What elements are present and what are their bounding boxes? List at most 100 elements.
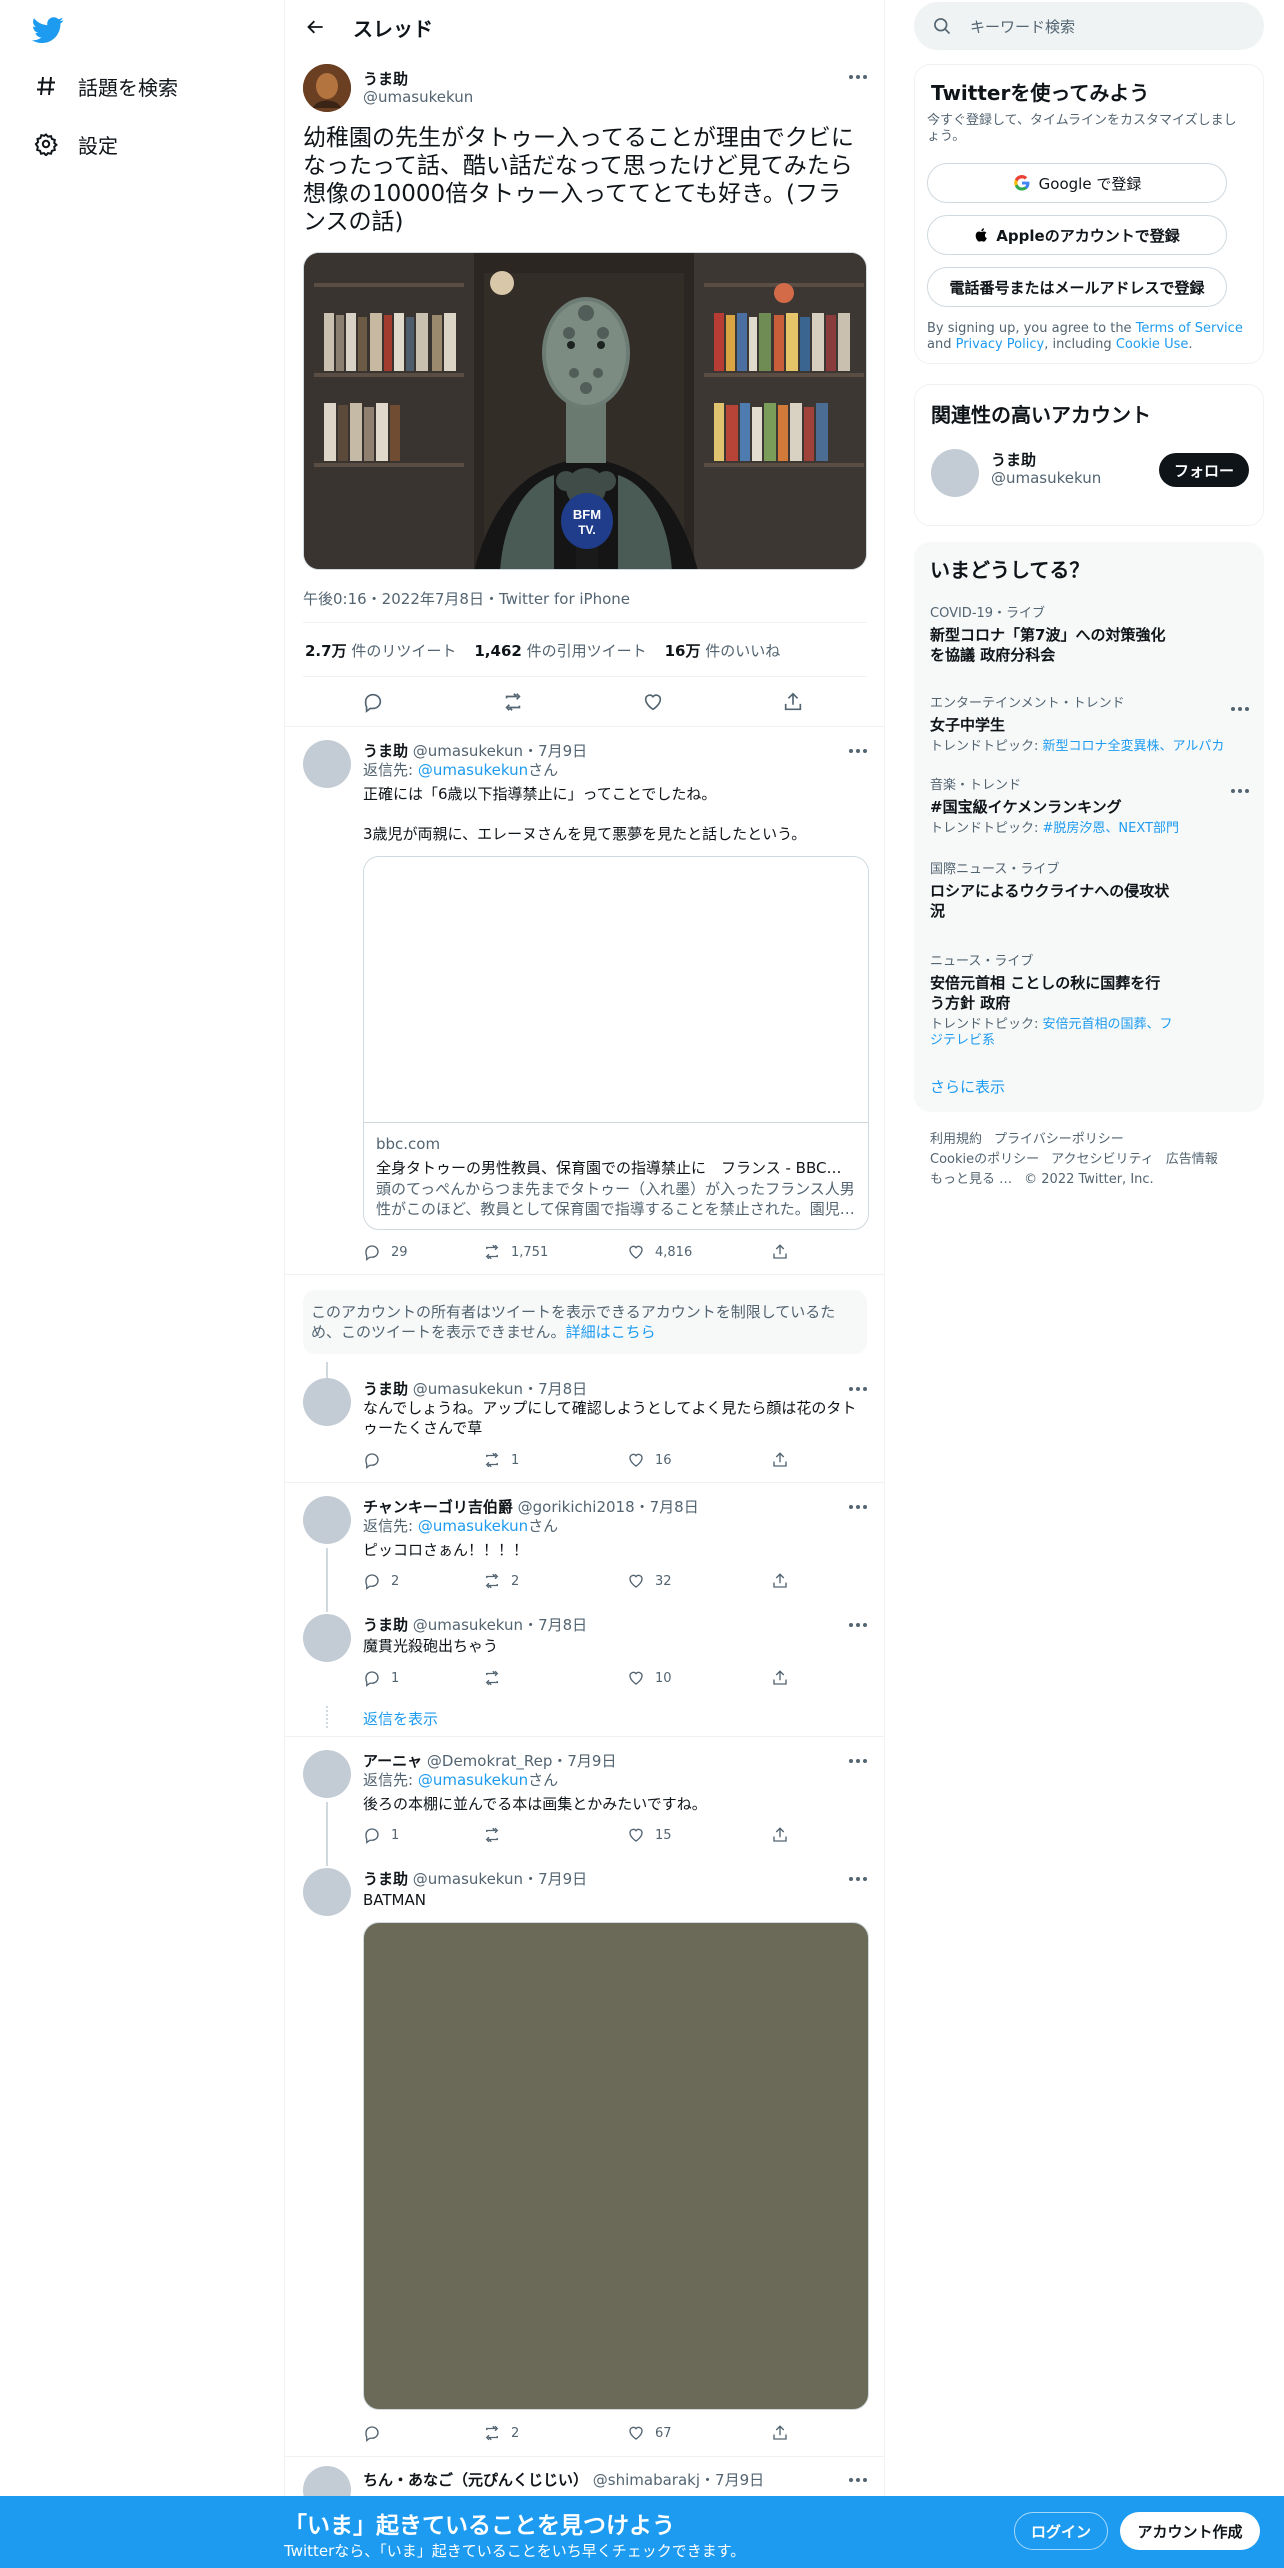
footer-privacy-link[interactable]: プライバシーポリシー (994, 1132, 1124, 1147)
reply-button[interactable]: 1 (363, 1826, 399, 1844)
twitter-bird-icon[interactable] (31, 14, 64, 46)
like-button[interactable]: 4,816 (627, 1243, 692, 1261)
trend-item[interactable]: COVID-19・ライブ 新型コロナ「第7波」への対策強化を協議 政府分科会 (930, 602, 1230, 665)
share-button[interactable] (771, 1669, 799, 1687)
more-icon[interactable] (846, 1754, 870, 1768)
like-button[interactable]: 15 (627, 1826, 672, 1844)
retweet-button[interactable] (483, 1669, 511, 1687)
author-handle[interactable]: @umasukekun (363, 88, 473, 106)
author-name[interactable]: ちん・あなご（元ぴんくじじい） (363, 2471, 588, 2489)
quotes-stat[interactable]: 1,462 件の引用ツイート (474, 640, 646, 661)
author-name[interactable]: チャンキーゴリ吉伯爵 (363, 1498, 513, 1516)
tweet-date[interactable]: ・7月9日 (700, 2471, 764, 2489)
tweet-date[interactable]: ・7月8日 (523, 1616, 587, 1634)
tweet-date[interactable]: ・7月8日 (523, 1380, 587, 1398)
signup-button[interactable]: アカウント作成 (1120, 2512, 1260, 2550)
avatar[interactable] (303, 1750, 351, 1798)
footer-terms-link[interactable]: 利用規約 (930, 1132, 982, 1147)
author-name[interactable]: うま助 (363, 1616, 408, 1634)
share-icon[interactable] (779, 688, 807, 716)
show-replies-link[interactable]: 返信を表示 (363, 1708, 438, 1729)
reply-to-link[interactable]: @umasukekun (418, 1517, 528, 1535)
reply-button[interactable]: 29 (363, 1243, 408, 1261)
more-icon[interactable] (846, 2473, 870, 2487)
nav-explore[interactable]: 話題を検索 (32, 66, 178, 106)
author-name[interactable]: アーニャ (363, 1752, 422, 1770)
like-button[interactable]: 16 (627, 1451, 672, 1469)
likes-stat[interactable]: 16万 件のいいね (665, 640, 781, 661)
trend-sub-links[interactable]: #脱房汐恩、NEXT部門 (1043, 821, 1179, 836)
cookie-link[interactable]: Cookie Use (1116, 337, 1189, 352)
phone-email-signup-button[interactable]: 電話番号またはメールアドレスで登録 (927, 267, 1227, 307)
tweet-date[interactable]: ・7月9日 (523, 742, 587, 760)
avatar[interactable] (303, 1378, 351, 1426)
author-handle[interactable]: @umasukekun (413, 1870, 523, 1888)
more-icon[interactable] (846, 70, 870, 84)
share-button[interactable] (771, 2424, 799, 2442)
account-handle[interactable]: @umasukekun (991, 469, 1101, 487)
google-signup-button[interactable]: Google で登録 (927, 163, 1227, 203)
footer-cookie-link[interactable]: Cookieのポリシー (930, 1152, 1039, 1167)
retweet-icon[interactable] (499, 688, 527, 716)
author-handle[interactable]: @umasukekun (413, 1380, 523, 1398)
more-icon[interactable] (846, 1500, 870, 1514)
avatar[interactable] (931, 449, 979, 497)
trend-item[interactable]: 音楽・トレンド #国宝級イケメンランキング トレンドトピック: #脱房汐恩、NE… (930, 774, 1230, 837)
tweet-photo[interactable]: BFM TV. (303, 252, 867, 570)
reply-icon[interactable] (359, 688, 387, 716)
footer-more-link[interactable]: もっと見る … (930, 1172, 1012, 1187)
author-handle[interactable]: @shimabarakj (593, 2471, 700, 2489)
author-handle[interactable]: @umasukekun (413, 742, 523, 760)
author-name[interactable]: うま助 (363, 742, 408, 760)
follow-button[interactable]: フォロー (1159, 453, 1249, 487)
share-button[interactable] (771, 1451, 799, 1469)
retweet-button[interactable]: 2 (483, 2424, 519, 2442)
retweet-button[interactable]: 2 (483, 1572, 519, 1590)
like-button[interactable]: 32 (627, 1572, 672, 1590)
show-more-link[interactable]: さらに表示 (930, 1076, 1005, 1097)
avatar[interactable] (303, 1614, 351, 1662)
avatar[interactable] (303, 1868, 351, 1916)
reply-to-link[interactable]: @umasukekun (418, 1771, 528, 1789)
share-button[interactable] (771, 1826, 799, 1844)
reply-button[interactable] (363, 1451, 391, 1469)
more-icon[interactable] (1228, 702, 1252, 716)
privacy-link[interactable]: Privacy Policy (956, 337, 1045, 352)
more-icon[interactable] (846, 1618, 870, 1632)
reply-button[interactable] (363, 2424, 391, 2442)
like-icon[interactable] (639, 688, 667, 716)
author-handle[interactable]: @Demokrat_Rep (427, 1752, 553, 1770)
learn-more-link[interactable]: 詳細はこちら (566, 1323, 656, 1341)
retweet-button[interactable] (483, 1826, 511, 1844)
account-name[interactable]: うま助 (991, 449, 1036, 470)
link-card[interactable]: bbc.com 全身タトゥーの男性教員、保育園での指導禁止に フランス - BB… (363, 856, 869, 1230)
trend-item[interactable]: ニュース・ライブ 安倍元首相 ことしの秋に国葬を行う方針 政府 トレンドトピック… (930, 950, 1230, 1049)
tweet-date[interactable]: ・7月8日 (635, 1498, 699, 1516)
more-icon[interactable] (846, 1382, 870, 1396)
more-icon[interactable] (846, 744, 870, 758)
author-handle[interactable]: @gorikichi2018 (518, 1498, 635, 1516)
tweet-date[interactable]: ・7月9日 (523, 1870, 587, 1888)
author-name[interactable]: うま助 (363, 68, 408, 89)
more-icon[interactable] (846, 1872, 870, 1886)
tweet-media[interactable] (363, 1922, 869, 2410)
author-name[interactable]: うま助 (363, 1870, 408, 1888)
like-button[interactable]: 10 (627, 1669, 672, 1687)
reply-button[interactable]: 2 (363, 1572, 399, 1590)
trend-sub-links[interactable]: 新型コロナ全変異株、アルパカ (1043, 739, 1225, 754)
more-icon[interactable] (1228, 784, 1252, 798)
footer-ads-link[interactable]: 広告情報 (1166, 1152, 1218, 1167)
search-input[interactable]: キーワード検索 (914, 2, 1264, 50)
reply-button[interactable]: 1 (363, 1669, 399, 1687)
tweet-timestamp[interactable]: 午後0:16・2022年7月8日・Twitter for iPhone (303, 588, 630, 609)
share-button[interactable] (771, 1572, 799, 1590)
login-button[interactable]: ログイン (1014, 2512, 1108, 2550)
author-handle[interactable]: @umasukekun (413, 1616, 523, 1634)
author-name[interactable]: うま助 (363, 1380, 408, 1398)
terms-link[interactable]: Terms of Service (1136, 321, 1243, 336)
share-button[interactable] (771, 1243, 799, 1261)
like-button[interactable]: 67 (627, 2424, 672, 2442)
retweet-button[interactable]: 1,751 (483, 1243, 548, 1261)
avatar[interactable] (303, 1496, 351, 1544)
reply-to-link[interactable]: @umasukekun (418, 761, 528, 779)
